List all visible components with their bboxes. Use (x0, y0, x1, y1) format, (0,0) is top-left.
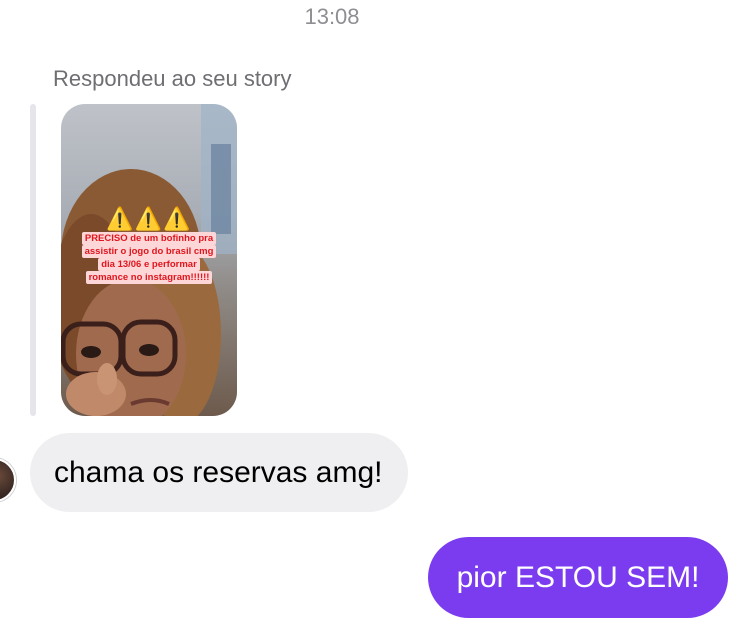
sender-avatar[interactable] (0, 458, 16, 502)
message-timestamp: 13:08 (304, 4, 360, 29)
story-caption-line: romance no instagram!!!!!! (85, 271, 213, 284)
warning-icon: ⚠️⚠️⚠️ (106, 206, 192, 231)
outgoing-message-bubble[interactable]: pior ESTOU SEM! (428, 537, 728, 618)
reply-indicator-bar (30, 104, 36, 416)
story-caption-line: dia 13/06 e performar (98, 258, 200, 271)
story-caption-line: PRECISO de um bofinho pra (81, 232, 217, 245)
incoming-message-bubble[interactable]: chama os reservas amg! (30, 433, 409, 512)
story-caption-line: assistir o jogo do brasil cmg (81, 245, 217, 258)
chat-thread: 13:08 Respondeu ao seu story ⚠️⚠️⚠️ PREC… (0, 0, 744, 629)
story-thumbnail[interactable]: ⚠️⚠️⚠️ PRECISO de um bofinho pra assisti… (61, 104, 237, 416)
story-reply-label: Respondeu ao seu story (53, 66, 292, 91)
story-caption: PRECISO de um bofinho pra assistir o jog… (71, 232, 227, 284)
